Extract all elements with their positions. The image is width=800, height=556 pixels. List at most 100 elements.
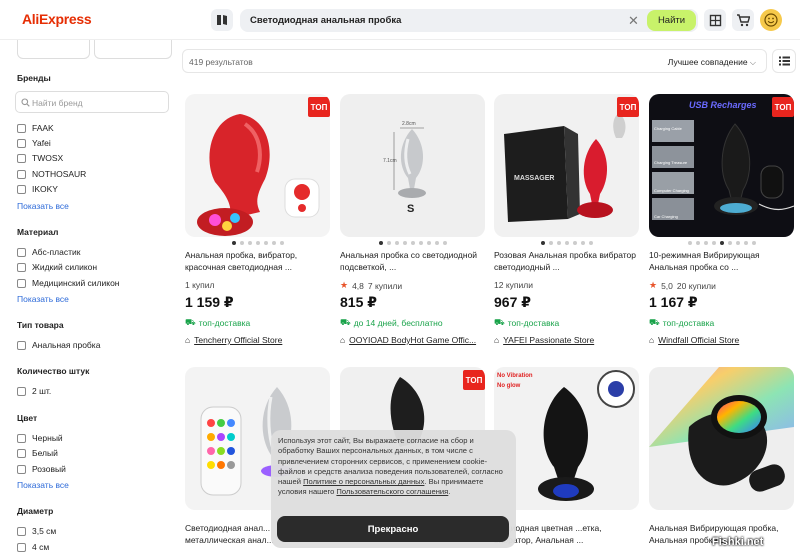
brands-show-all-link[interactable]: Показать все (17, 201, 69, 211)
product-image[interactable] (649, 367, 794, 510)
color-option[interactable]: Черный (17, 432, 63, 444)
checkbox[interactable] (17, 123, 26, 133)
color-label: Розовый (32, 464, 66, 474)
store-link[interactable]: ⌂ Tencherry Official Store (185, 335, 330, 345)
store-link[interactable]: ⌂ YAFEI Passionate Store (494, 335, 639, 345)
cookie-consent-banner: Используя этот сайт, Вы выражаете соглас… (271, 430, 516, 548)
header: AliExpress Светодиодная анальная пробка … (0, 0, 800, 40)
sold-count: 20 купили (676, 280, 716, 291)
product-title[interactable]: 10-режимная Вибрирующая Анальная пробка … (649, 249, 794, 273)
checkbox[interactable] (17, 340, 26, 350)
image-dots[interactable] (494, 241, 639, 247)
brand-label: IKOKY (32, 184, 58, 194)
checkbox[interactable] (17, 262, 26, 272)
material-option[interactable]: Жидкий силикон (17, 261, 97, 273)
search-input[interactable]: Светодиодная анальная пробка ✕ Найти (240, 9, 698, 32)
brand-search-input[interactable]: Найти бренд (15, 91, 169, 113)
material-option[interactable]: Абс-пластик (17, 246, 80, 258)
user-avatar[interactable] (760, 9, 782, 31)
list-view-icon (778, 56, 790, 66)
product-image[interactable]: USB Recharges Charging Cable Charging Tr… (649, 94, 794, 237)
store-link[interactable]: ⌂ Windfall Official Store (649, 335, 794, 345)
user-agreement-link[interactable]: Пользовательского соглашения (336, 487, 448, 496)
results-count: 419 результатов (189, 57, 253, 67)
checkbox[interactable] (17, 153, 26, 163)
accept-cookies-button[interactable]: Прекрасно (277, 516, 509, 542)
color-option[interactable]: Розовый (17, 463, 66, 475)
diameter-label: 3,5 см (32, 526, 57, 536)
checkbox[interactable] (17, 464, 26, 474)
checkbox[interactable] (17, 526, 26, 536)
image-dots[interactable] (649, 241, 794, 247)
product-title[interactable]: Анальная пробка, вибратор, красочная све… (185, 249, 330, 273)
brand-option[interactable]: Yafei (17, 137, 51, 149)
top-badge: ТОП (772, 97, 794, 117)
diameter-option[interactable]: 3,5 см (17, 525, 56, 537)
diameter-option[interactable]: 4 см (17, 541, 49, 553)
brand-label: Yafei (32, 138, 51, 148)
brand-option[interactable]: IKOKY (17, 183, 58, 195)
sold-count: 7 купили (367, 280, 403, 291)
product-image[interactable]: ТОП (185, 94, 330, 237)
product-title[interactable]: Анальная пробка со светодиодной подсветк… (340, 249, 485, 273)
material-show-all-link[interactable]: Показать все (17, 294, 69, 304)
checkbox[interactable] (17, 386, 26, 396)
image-dots[interactable] (185, 241, 330, 247)
checkbox[interactable] (17, 169, 26, 179)
price-min-field[interactable] (17, 40, 90, 59)
quantity-option[interactable]: 2 шт. (17, 385, 51, 397)
orders-button[interactable] (704, 9, 726, 31)
truck-icon: ⛟ (340, 317, 351, 327)
checkbox[interactable] (17, 278, 26, 288)
product-type-option[interactable]: Анальная пробка (17, 339, 100, 351)
cart-button[interactable] (732, 9, 754, 31)
brand-label: NOTHOSAUR (32, 169, 87, 179)
checkbox[interactable] (17, 247, 26, 257)
delivery-info: ⛟ топ-доставка (649, 317, 714, 329)
checkbox[interactable] (17, 184, 26, 194)
banner-text: USB Recharges (689, 100, 757, 110)
box-label: MASSAGER (514, 175, 554, 182)
results-toolbar: 419 результатов Лучшее совпадение ⌵ (182, 49, 767, 73)
brand-option[interactable]: NOTHOSAUR (17, 168, 86, 180)
store-icon: ⌂ (185, 335, 191, 345)
brand-option[interactable]: FAAK (17, 122, 54, 134)
chevron-down-icon: ⌵ (749, 58, 756, 67)
dim-label: 2.8cm (402, 121, 416, 127)
product-image[interactable]: 2.8cm 7.1cm S (340, 94, 485, 237)
color-label: Черный (32, 433, 63, 443)
checkbox[interactable] (17, 448, 26, 458)
product-title[interactable]: Розовая Анальная пробка вибратор светоди… (494, 249, 639, 273)
checkbox[interactable] (17, 433, 26, 443)
image-dots[interactable] (340, 241, 485, 247)
delivery-label: до 14 дней, бесплатно (353, 318, 443, 328)
search-button[interactable]: Найти (647, 10, 696, 31)
privacy-policy-link[interactable]: Политике о персональных данных (303, 477, 424, 486)
image-label: Car Charging (654, 214, 678, 219)
checkbox[interactable] (17, 542, 26, 552)
aliexpress-logo[interactable]: AliExpress (22, 11, 92, 27)
cookie-text-part: . (448, 487, 451, 497)
color-option[interactable]: Белый (17, 447, 58, 459)
color-show-all-link[interactable]: Показать все (17, 480, 69, 490)
product-image[interactable]: MASSAGER ТОП (494, 94, 639, 237)
quantity-label: 2 шт. (32, 386, 52, 396)
clear-icon[interactable]: ✕ (628, 13, 639, 29)
top-badge: ТОП (617, 97, 639, 117)
catalog-button[interactable] (211, 9, 233, 31)
image-label: No Vibration (497, 373, 533, 379)
rating: 5,0 (661, 280, 673, 291)
delivery-label: топ-доставка (662, 318, 715, 328)
brand-label: TWOSX (32, 153, 64, 163)
store-link[interactable]: ⌂ OOYIOAD BodyHot Game Offic... (340, 335, 485, 345)
sold-count: 12 купили (494, 280, 533, 290)
image-label: No glow (497, 383, 521, 389)
list-view-button[interactable] (772, 49, 796, 73)
material-option[interactable]: Медицинский силикон (17, 277, 120, 289)
sort-dropdown[interactable]: Лучшее совпадение ⌵ (668, 57, 756, 68)
checkbox[interactable] (17, 138, 26, 148)
delivery-info: ⛟ топ-доставка (494, 317, 559, 329)
brand-option[interactable]: TWOSX (17, 152, 63, 164)
product-type-label: Анальная пробка (32, 340, 101, 350)
price-max-field[interactable] (94, 40, 172, 59)
